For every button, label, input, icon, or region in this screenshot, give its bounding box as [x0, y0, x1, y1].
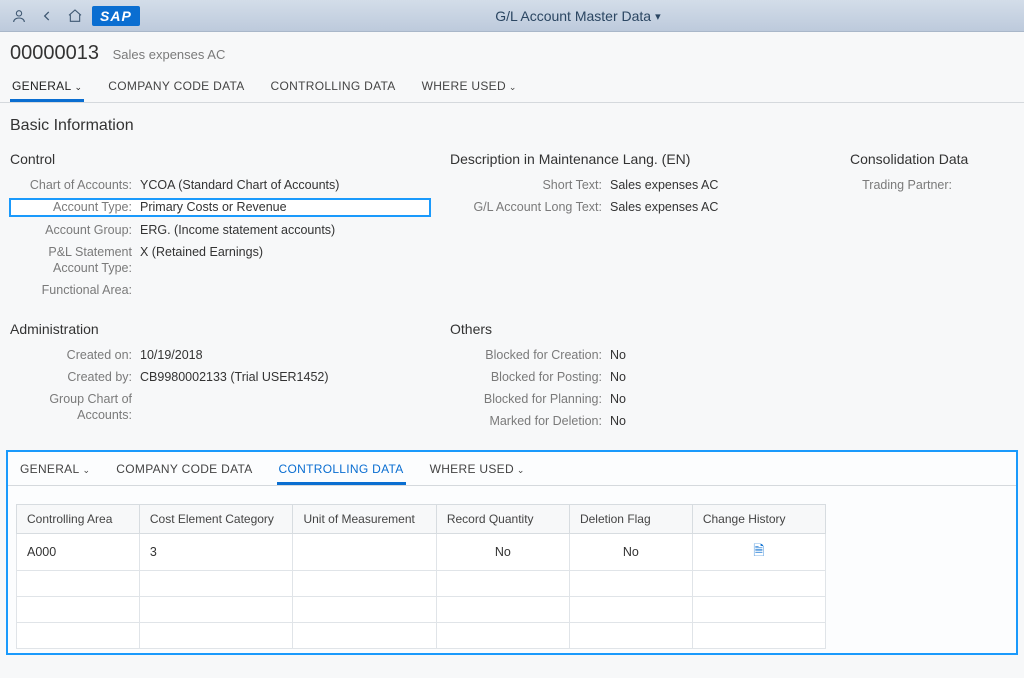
lower-tab-general-label: GENERAL: [20, 462, 79, 476]
tab-general-label: GENERAL: [12, 79, 71, 93]
consolidation-heading: Consolidation Data: [850, 151, 994, 167]
col-unit-of-measurement[interactable]: Unit of Measurement: [293, 504, 436, 533]
value-blocked-creation: No: [610, 347, 830, 363]
label-created-by: Created by:: [10, 369, 140, 385]
tab-where-used[interactable]: WHERE USED⌄: [420, 75, 519, 102]
back-icon[interactable]: [36, 5, 58, 27]
value-long-text: Sales expenses AC: [610, 199, 830, 215]
consolidation-block: Consolidation Data Trading Partner:: [850, 143, 1014, 313]
label-group-chart: Group Chart of Accounts:: [10, 391, 140, 424]
administration-heading: Administration: [10, 321, 430, 337]
value-created-on: 10/19/2018: [140, 347, 430, 363]
description-block: Description in Maintenance Lang. (EN) Sh…: [450, 143, 850, 313]
user-icon[interactable]: [8, 5, 30, 27]
label-account-type: Account Type:: [10, 199, 140, 215]
top-bar: SAP G/L Account Master Data ▾: [0, 0, 1024, 32]
label-account-group: Account Group:: [10, 222, 140, 238]
chevron-down-icon: ⌄: [517, 465, 525, 475]
col-cost-element-category[interactable]: Cost Element Category: [139, 504, 293, 533]
others-block: Others Blocked for Creation:No Blocked f…: [450, 313, 850, 444]
label-chart-of-accounts: Chart of Accounts:: [10, 177, 140, 193]
col-change-history[interactable]: Change History: [692, 504, 825, 533]
value-trading-partner: [960, 177, 994, 193]
page-title[interactable]: G/L Account Master Data: [495, 8, 651, 24]
control-block: Control Chart of Accounts:YCOA (Standard…: [10, 143, 450, 313]
tab-where-used-label: WHERE USED: [422, 79, 506, 93]
cell-cost-element-category: 3: [139, 533, 293, 570]
value-short-text: Sales expenses AC: [610, 177, 830, 193]
lower-tab-where-used[interactable]: WHERE USED⌄: [428, 458, 527, 485]
label-pl-statement: P&L Statement Account Type:: [10, 244, 140, 277]
value-chart-of-accounts: YCOA (Standard Chart of Accounts): [140, 177, 430, 193]
label-functional-area: Functional Area:: [10, 282, 140, 298]
table-row: [17, 622, 826, 648]
table-row: [17, 570, 826, 596]
label-created-on: Created on:: [10, 347, 140, 363]
lower-tab-controlling-data[interactable]: CONTROLLING DATA: [277, 458, 406, 485]
cell-record-quantity: No: [436, 533, 569, 570]
value-account-type: Primary Costs or Revenue: [140, 199, 430, 215]
value-blocked-posting: No: [610, 369, 830, 385]
value-group-chart: [140, 391, 430, 424]
sap-logo: SAP: [92, 6, 140, 26]
chevron-down-icon: ⌄: [509, 82, 517, 92]
document-icon[interactable]: 🗎: [753, 542, 764, 558]
administration-block: Administration Created on:10/19/2018 Cre…: [10, 313, 450, 444]
label-short-text: Short Text:: [450, 177, 610, 193]
control-heading: Control: [10, 151, 430, 167]
lower-tab-company-code-data[interactable]: COMPANY CODE DATA: [114, 458, 254, 485]
chevron-down-icon: ⌄: [74, 82, 82, 92]
chevron-down-icon[interactable]: ▾: [655, 11, 661, 23]
lower-detail-panel: GENERAL⌄ COMPANY CODE DATA CONTROLLING D…: [6, 450, 1018, 655]
cell-unit-of-measurement: [293, 533, 436, 570]
col-controlling-area[interactable]: Controlling Area: [17, 504, 140, 533]
label-blocked-posting: Blocked for Posting:: [450, 369, 610, 385]
account-desc: Sales expenses AC: [113, 47, 226, 62]
col-record-quantity[interactable]: Record Quantity: [436, 504, 569, 533]
value-account-group: ERG. (Income statement accounts): [140, 222, 430, 238]
value-pl-statement: X (Retained Earnings): [140, 244, 430, 277]
table-row: [17, 596, 826, 622]
label-long-text: G/L Account Long Text:: [450, 199, 610, 215]
value-blocked-planning: No: [610, 391, 830, 407]
object-header: 00000013 Sales expenses AC: [0, 32, 1024, 69]
label-trading-partner: Trading Partner:: [850, 177, 960, 193]
controlling-data-table: Controlling Area Cost Element Category U…: [16, 504, 826, 649]
cell-deletion-flag: No: [569, 533, 692, 570]
label-marked-deletion: Marked for Deletion:: [450, 413, 610, 429]
upper-tabs: GENERAL⌄ COMPANY CODE DATA CONTROLLING D…: [0, 69, 1024, 103]
tab-controlling-data[interactable]: CONTROLLING DATA: [269, 75, 398, 102]
table-row[interactable]: A000 3 No No 🗎: [17, 533, 826, 570]
others-heading: Others: [450, 321, 830, 337]
cell-controlling-area: A000: [17, 533, 140, 570]
lower-tab-general[interactable]: GENERAL⌄: [18, 458, 92, 485]
label-blocked-creation: Blocked for Creation:: [450, 347, 610, 363]
value-functional-area: [140, 282, 430, 298]
lower-tab-where-used-label: WHERE USED: [430, 462, 514, 476]
home-icon[interactable]: [64, 5, 86, 27]
tab-general[interactable]: GENERAL⌄: [10, 75, 84, 102]
description-heading: Description in Maintenance Lang. (EN): [450, 151, 830, 167]
value-created-by: CB9980002133 (Trial USER1452): [140, 369, 430, 385]
lower-tabs: GENERAL⌄ COMPANY CODE DATA CONTROLLING D…: [8, 454, 1016, 486]
cell-change-history: 🗎: [692, 533, 825, 570]
account-number: 00000013: [10, 42, 99, 64]
section-basic-info: Basic Information: [0, 103, 1024, 143]
value-marked-deletion: No: [610, 413, 830, 429]
col-deletion-flag[interactable]: Deletion Flag: [569, 504, 692, 533]
chevron-down-icon: ⌄: [82, 465, 90, 475]
tab-company-code-data[interactable]: COMPANY CODE DATA: [106, 75, 246, 102]
label-blocked-planning: Blocked for Planning:: [450, 391, 610, 407]
